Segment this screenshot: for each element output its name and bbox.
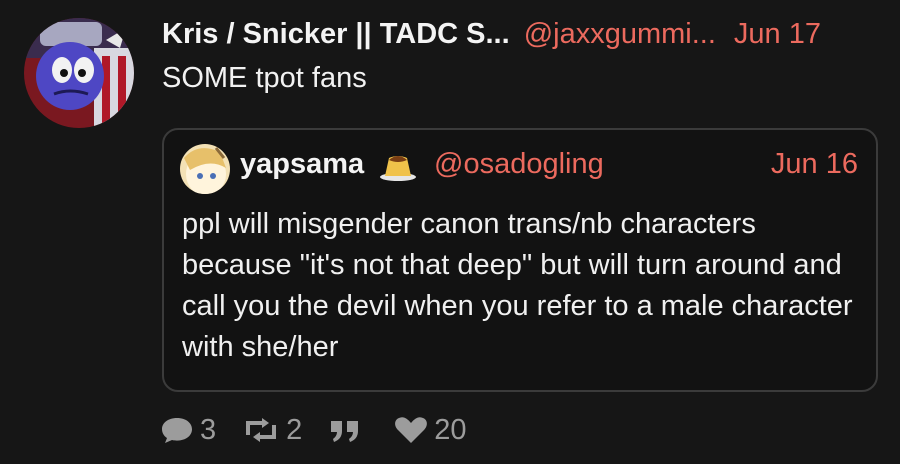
reply-count: 3 — [200, 413, 217, 446]
post-date[interactable]: Jun 17 — [734, 18, 821, 51]
quote-icon — [331, 421, 359, 442]
pudding-icon — [380, 156, 416, 181]
quoted-post-text: ppl will misgender canon trans/nb charac… — [182, 208, 853, 363]
repost-button[interactable]: 2 — [242, 414, 302, 447]
quoted-post-date[interactable]: Jun 16 — [771, 148, 858, 181]
post-actions: 3 2 20 — [160, 410, 493, 450]
post-text: SOME tpot fans — [162, 62, 367, 94]
repost-count: 2 — [286, 413, 303, 446]
author-name[interactable]: Kris / Snicker || TADC S... — [162, 18, 510, 51]
repost-icon — [246, 418, 277, 442]
quote-button[interactable] — [328, 415, 368, 445]
quoted-author-name[interactable]: yapsama — [240, 148, 364, 181]
quoted-post[interactable]: yapsama @osadogling Jun 16 ppl will misg… — [162, 128, 878, 392]
quoted-author-avatar[interactable] — [180, 144, 230, 194]
heart-icon — [395, 417, 428, 443]
like-button[interactable]: 20 — [394, 413, 467, 447]
reply-button[interactable]: 3 — [160, 414, 216, 447]
quoted-author-handle[interactable]: @osadogling — [434, 148, 604, 181]
author-avatar[interactable] — [24, 18, 134, 128]
like-count: 20 — [434, 413, 467, 446]
author-handle[interactable]: @jaxxgummi... — [524, 18, 716, 51]
reply-icon — [162, 418, 192, 443]
post-header: Kris / Snicker || TADC S... @jaxxgummi..… — [162, 14, 892, 54]
